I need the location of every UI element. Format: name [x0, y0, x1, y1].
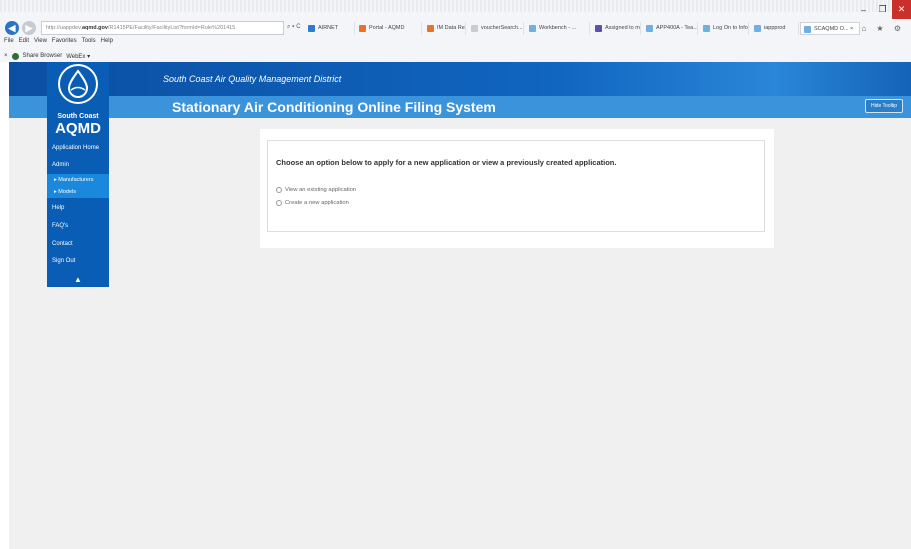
page-title: Stationary Air Conditioning Online Filin… [172, 99, 496, 115]
browser-tab[interactable]: APP400A - Tea... [643, 22, 698, 35]
sidebar-item-help[interactable]: Help [47, 201, 109, 215]
address-bar[interactable]: http://uappdev.aqmd.gov/R1415PE/Facility… [41, 21, 284, 35]
sidebar-item-admin[interactable]: Admin [47, 158, 109, 172]
option-view-existing[interactable]: View an existing application [276, 187, 356, 193]
tab-label: Workbench - ... [539, 25, 577, 31]
tab-favicon-icon [471, 25, 478, 32]
forward-button[interactable]: ▶ [22, 21, 36, 35]
collapse-arrow-icon[interactable]: ▲ [47, 275, 109, 285]
options-card: Choose an option below to apply for a ne… [260, 129, 774, 248]
menu-item-view[interactable]: View [34, 38, 47, 48]
options-box: Choose an option below to apply for a ne… [267, 140, 765, 232]
menu-bar: File Edit View Favorites Tools Help [4, 38, 113, 48]
browser-tab[interactable]: Log On to Info... [700, 22, 749, 35]
sidebar-subitem-models[interactable]: ▸ Models [47, 186, 109, 198]
hide-tooltip-button[interactable]: Hide Tooltip [864, 99, 903, 113]
address-path: /R1415PE/Facility/FacilityList?formId=Ru… [107, 25, 236, 31]
share-browser-icon [11, 52, 19, 60]
browser-tab[interactable]: Assigned to m... [592, 22, 641, 35]
restore-button[interactable]: ❐ [873, 0, 892, 19]
aqmd-logo-icon[interactable] [58, 64, 98, 104]
tab-favicon-icon [804, 26, 811, 33]
page: South Coast Air Quality Management Distr… [9, 62, 911, 549]
title-strip [0, 0, 911, 12]
tab-favicon-icon [646, 25, 653, 32]
header-top: South Coast Air Quality Management Distr… [9, 62, 911, 96]
tab-favicon-icon [754, 25, 761, 32]
sidebar-item-contact[interactable]: Contact [47, 237, 109, 251]
menu-item-favorites[interactable]: Favorites [52, 38, 77, 48]
address-tools[interactable]: ⌕ ▾ C [287, 24, 301, 31]
sidebar-item-sign-out[interactable]: Sign Out [47, 254, 109, 268]
tab-label: APP400A - Tea... [656, 25, 698, 31]
logo-text-line1: South Coast [57, 113, 99, 120]
browser-tab[interactable]: SCAQMD O... × [800, 22, 860, 35]
header-bar: Stationary Air Conditioning Online Filin… [9, 96, 911, 118]
radio-view-existing[interactable] [276, 187, 282, 193]
radio-create-new[interactable] [276, 200, 282, 206]
browser-tab[interactable]: Workbench - ... [526, 22, 590, 35]
sidebar: South Coast AQMD Application Home Admin … [47, 62, 109, 287]
minimize-button[interactable]: – [854, 0, 873, 19]
tab-label: voucherSearch... [481, 25, 523, 31]
options-prompt: Choose an option below to apply for a ne… [276, 158, 617, 167]
tab-label: iappprod [764, 25, 786, 31]
tab-label: Log On to Info... [713, 25, 749, 31]
share-browser-button[interactable]: Share Browser [23, 53, 63, 59]
favorites-close-icon[interactable]: × [4, 53, 8, 59]
browser-tab[interactable]: Portal - AQMD [356, 22, 422, 35]
option-create-new[interactable]: Create a new application [276, 200, 349, 206]
tab-favicon-icon [703, 25, 710, 32]
address-prefix: http://uappdev. [46, 25, 82, 31]
tab-favicon-icon [529, 25, 536, 32]
favorites-bar: × Share Browser WebEx ▾ [4, 51, 90, 61]
logo-drop-icon [67, 69, 89, 98]
sidebar-item-faqs[interactable]: FAQ's [47, 219, 109, 233]
address-host: aqmd.gov [81, 25, 108, 31]
logo-text-line2: AQMD [55, 120, 101, 137]
tab-favicon-icon [308, 25, 315, 32]
menu-item-help[interactable]: Help [101, 38, 113, 48]
menu-item-tools[interactable]: Tools [82, 38, 96, 48]
browser-chrome: – ❐ ✕ ◀ ▶ http://uappdev.aqmd.gov/R1415P… [0, 0, 911, 62]
tab-label: Assigned to m... [605, 25, 641, 31]
close-window-button[interactable]: ✕ [892, 0, 911, 19]
tab-favicon-icon [359, 25, 366, 32]
sidebar-subitem-manufacturers[interactable]: ▸ Manufacturers [47, 174, 109, 186]
option-create-new-label: Create a new application [285, 200, 349, 206]
menu-item-file[interactable]: File [4, 38, 14, 48]
toolbar-icons[interactable]: ⌂ ★ ⚙ [861, 24, 905, 33]
webex-menu[interactable]: WebEx ▾ [66, 53, 90, 60]
browser-tab[interactable]: AIRNET [305, 22, 355, 35]
sidebar-item-application-home[interactable]: Application Home [47, 141, 109, 155]
tab-label: IM Data Reque... [437, 25, 465, 31]
browser-tab[interactable]: iappprod [751, 22, 799, 35]
district-name: South Coast Air Quality Management Distr… [163, 74, 342, 84]
tab-label: AIRNET [318, 25, 339, 31]
window-controls: – ❐ ✕ [854, 0, 911, 20]
back-button[interactable]: ◀ [5, 21, 19, 35]
browser-tab[interactable]: IM Data Reque... [424, 22, 466, 35]
tab-label: SCAQMD O... × [814, 26, 854, 32]
menu-item-edit[interactable]: Edit [19, 38, 29, 48]
browser-tab[interactable]: voucherSearch... [468, 22, 524, 35]
tab-label: Portal - AQMD [369, 25, 405, 31]
tab-favicon-icon [427, 25, 434, 32]
option-view-existing-label: View an existing application [285, 187, 357, 193]
tab-favicon-icon [595, 25, 602, 32]
address-row: ◀ ▶ http://uappdev.aqmd.gov/R1415PE/Faci… [0, 19, 911, 38]
